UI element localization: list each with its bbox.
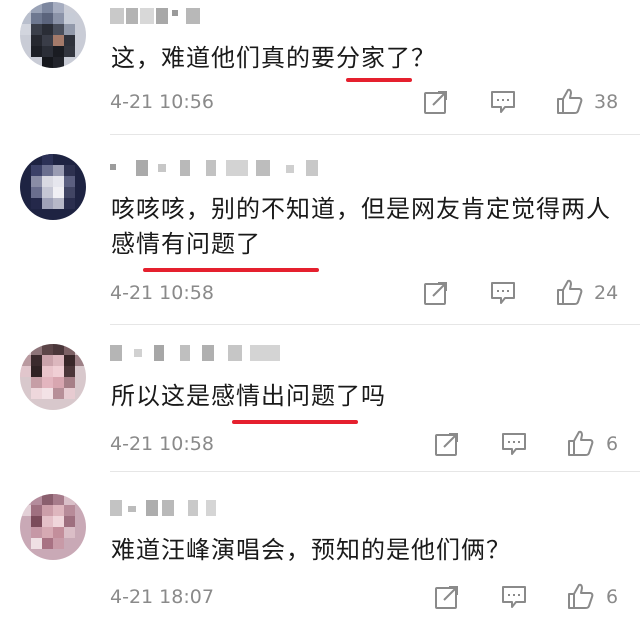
comment-time: 4-21 10:58 bbox=[110, 282, 214, 304]
like-icon[interactable] bbox=[567, 582, 594, 609]
share-icon[interactable] bbox=[423, 280, 449, 306]
comment-time: 4-21 10:56 bbox=[110, 91, 214, 113]
comment-time: 4-21 18:07 bbox=[110, 586, 214, 608]
username-blurred[interactable] bbox=[110, 500, 260, 518]
comment-item: 难道汪峰演唱会，预知的是他们俩？ 4-21 18:07 6 bbox=[0, 472, 640, 621]
username-blurred[interactable] bbox=[110, 160, 360, 178]
share-icon[interactable] bbox=[434, 584, 460, 610]
comment-item: 所以这是感情出问题了吗 4-21 10:58 6 bbox=[0, 325, 640, 472]
highlight-underline bbox=[346, 78, 412, 82]
username-blurred[interactable] bbox=[110, 8, 210, 26]
avatar[interactable] bbox=[20, 154, 86, 220]
comment-feed: 这，难道他们真的要分家了？ 4-21 10:56 38 咳咳咳，别的不知道，但是… bbox=[0, 0, 640, 621]
comment-item: 咳咳咳，别的不知道，但是网友肯定觉得两人感情有问题了 4-21 10:58 24 bbox=[0, 135, 640, 325]
like-count: 6 bbox=[606, 433, 619, 455]
comment-icon[interactable] bbox=[490, 89, 516, 115]
highlight-underline bbox=[232, 420, 358, 424]
comment-text: 难道汪峰演唱会，预知的是他们俩？ bbox=[111, 536, 511, 564]
like-icon[interactable] bbox=[556, 87, 583, 114]
comment-text: 所以这是感情出问题了吗 bbox=[111, 382, 386, 410]
comment-icon[interactable] bbox=[501, 431, 527, 457]
like-icon[interactable] bbox=[567, 429, 594, 456]
like-count: 38 bbox=[594, 91, 619, 113]
comment-item: 这，难道他们真的要分家了？ 4-21 10:56 38 bbox=[0, 0, 640, 135]
comment-time: 4-21 10:58 bbox=[110, 433, 214, 455]
like-icon[interactable] bbox=[556, 278, 583, 305]
comment-icon[interactable] bbox=[490, 280, 516, 306]
highlight-underline bbox=[143, 268, 319, 272]
avatar[interactable] bbox=[20, 344, 86, 410]
avatar[interactable] bbox=[20, 2, 86, 68]
username-blurred[interactable] bbox=[110, 345, 310, 363]
like-count: 24 bbox=[594, 282, 619, 304]
share-icon[interactable] bbox=[423, 89, 449, 115]
comment-text: 这，难道他们真的要分家了？ bbox=[111, 44, 436, 72]
like-count: 6 bbox=[606, 586, 619, 608]
comment-icon[interactable] bbox=[501, 584, 527, 610]
share-icon[interactable] bbox=[434, 431, 460, 457]
avatar[interactable] bbox=[20, 494, 86, 560]
comment-text: 咳咳咳，别的不知道，但是网友肯定觉得两人感情有问题了 bbox=[111, 195, 611, 258]
